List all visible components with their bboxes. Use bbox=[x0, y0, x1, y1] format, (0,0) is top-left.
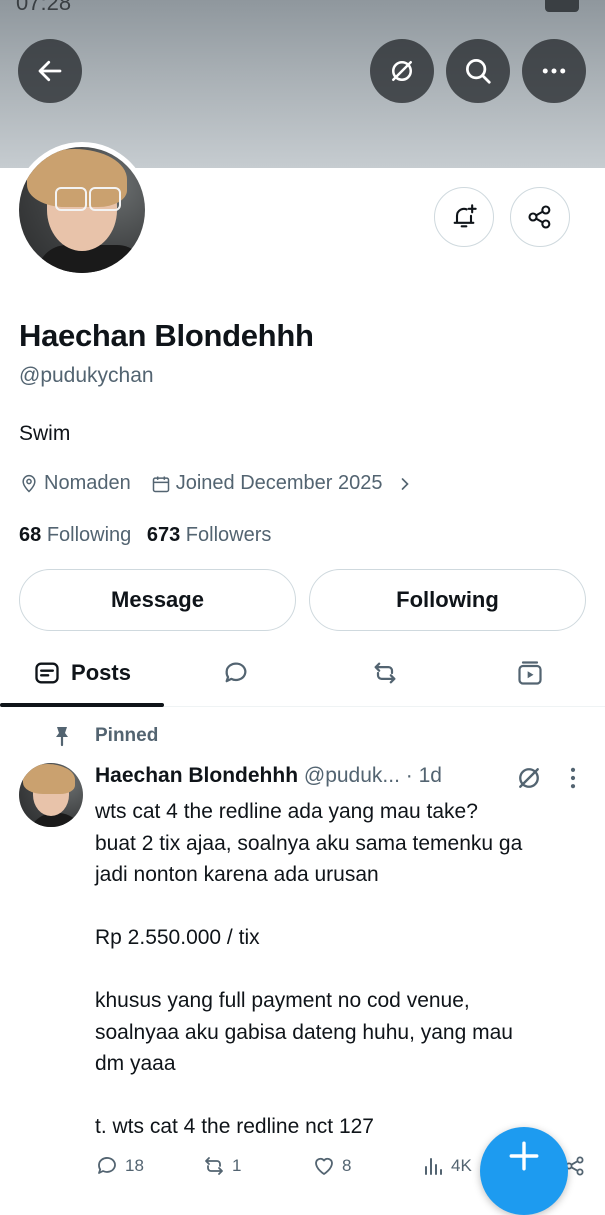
profile-tabs: Posts bbox=[0, 640, 605, 707]
compose-post-button[interactable] bbox=[480, 1127, 568, 1215]
battery-icon bbox=[545, 0, 579, 12]
post-line: soalnyaa aku gabisa dateng huhu, yang ma… bbox=[95, 1020, 513, 1044]
grok-icon[interactable] bbox=[515, 764, 543, 792]
plus-icon bbox=[509, 1141, 539, 1171]
grok-button[interactable] bbox=[370, 39, 434, 103]
joined-text: Joined December 2025 bbox=[175, 472, 383, 494]
tab-replies[interactable] bbox=[196, 640, 276, 706]
search-button[interactable] bbox=[446, 39, 510, 103]
reply-button[interactable]: 18 bbox=[95, 1154, 144, 1178]
bell-plus-icon bbox=[453, 204, 477, 228]
tab-reposts[interactable] bbox=[345, 640, 425, 706]
joined-date[interactable]: Joined December 2025 bbox=[151, 472, 383, 495]
pinned-indicator: Pinned bbox=[50, 724, 158, 748]
tab-posts-label: Posts bbox=[71, 660, 131, 685]
notifications-button[interactable] bbox=[434, 187, 494, 247]
share-profile-button[interactable] bbox=[510, 187, 570, 247]
post-line: khusus yang full payment no cod venue, bbox=[95, 989, 470, 1012]
pinned-label: Pinned bbox=[95, 725, 159, 746]
reply-icon bbox=[98, 1157, 116, 1174]
more-horizontal-icon bbox=[542, 68, 566, 74]
followers-label: Followers bbox=[185, 524, 272, 546]
status-time: 07:28 bbox=[16, 0, 71, 12]
post-line: Rp 2.550.000 / tix bbox=[95, 926, 260, 949]
post-line: dm yaaa bbox=[95, 1052, 176, 1075]
more-options-button[interactable] bbox=[522, 39, 586, 103]
repost-icon bbox=[374, 662, 396, 684]
display-name: Haechan Blondehhh bbox=[19, 318, 314, 353]
followers-link[interactable]: 673 Followers bbox=[147, 524, 272, 546]
tab-media[interactable] bbox=[490, 640, 570, 706]
message-button[interactable]: Message bbox=[19, 569, 296, 631]
post-author-name[interactable]: Haechan Blondehhh bbox=[95, 764, 298, 787]
post-line: buat 2 tix ajaa, soalnya aku sama temenk… bbox=[95, 831, 523, 855]
location-text: Nomaden bbox=[44, 472, 131, 494]
views-button[interactable]: 4K bbox=[421, 1154, 472, 1178]
repost-button[interactable]: 1 bbox=[202, 1154, 241, 1178]
calendar-icon bbox=[152, 476, 169, 492]
posts-icon bbox=[35, 662, 59, 684]
following-count: 68 bbox=[19, 524, 42, 546]
post-line: jadi nonton karena ada urusan bbox=[95, 863, 379, 886]
status-bar: 07:28 bbox=[0, 0, 605, 12]
reply-count: 18 bbox=[125, 1156, 144, 1175]
following-label: Following bbox=[46, 524, 132, 546]
repost-count: 1 bbox=[232, 1156, 242, 1175]
pin-icon bbox=[56, 727, 68, 747]
profile-handle: @pudukychan bbox=[19, 364, 154, 387]
post-line: wts cat 4 the redline ada yang mau take? bbox=[95, 800, 478, 823]
location-pin-icon bbox=[22, 474, 36, 493]
like-count: 8 bbox=[342, 1156, 352, 1175]
search-icon bbox=[466, 59, 491, 84]
following-button[interactable]: Following bbox=[309, 569, 586, 631]
followers-count: 673 bbox=[146, 524, 181, 546]
tab-posts[interactable]: Posts bbox=[0, 640, 164, 707]
profile-bio: Swim bbox=[19, 422, 71, 445]
repost-icon bbox=[205, 1157, 223, 1175]
views-bar-chart-icon bbox=[425, 1158, 442, 1175]
post-separator: · bbox=[405, 764, 413, 787]
reply-bubble-icon bbox=[225, 662, 247, 683]
post-timestamp[interactable]: 1d bbox=[419, 764, 442, 787]
post-header: Haechan Blondehhh @puduk... · 1d bbox=[95, 764, 515, 788]
post-text[interactable]: wts cat 4 the redline ada yang mau take?… bbox=[95, 796, 590, 1143]
chevron-right-icon[interactable] bbox=[395, 474, 415, 494]
post-author-handle[interactable]: @puduk... bbox=[304, 764, 400, 787]
profile-avatar[interactable] bbox=[14, 142, 150, 278]
arrow-left-icon bbox=[38, 60, 62, 82]
avatar-image bbox=[19, 147, 145, 273]
views-count: 4K bbox=[451, 1156, 472, 1175]
more-vertical-icon[interactable] bbox=[562, 764, 584, 792]
share-icon bbox=[528, 205, 551, 229]
back-button[interactable] bbox=[18, 39, 82, 103]
follow-counts: 68 Following 673 Followers bbox=[19, 524, 271, 547]
heart-icon bbox=[315, 1157, 333, 1175]
profile-meta: Nomaden Joined December 2025 bbox=[19, 472, 420, 495]
following-link[interactable]: 68 Following bbox=[19, 524, 131, 546]
active-tab-indicator bbox=[0, 703, 164, 707]
media-icon bbox=[518, 661, 542, 685]
post-author-avatar[interactable] bbox=[19, 763, 83, 827]
grok-icon bbox=[392, 61, 412, 81]
like-button[interactable]: 8 bbox=[312, 1154, 351, 1178]
location: Nomaden bbox=[19, 472, 131, 495]
